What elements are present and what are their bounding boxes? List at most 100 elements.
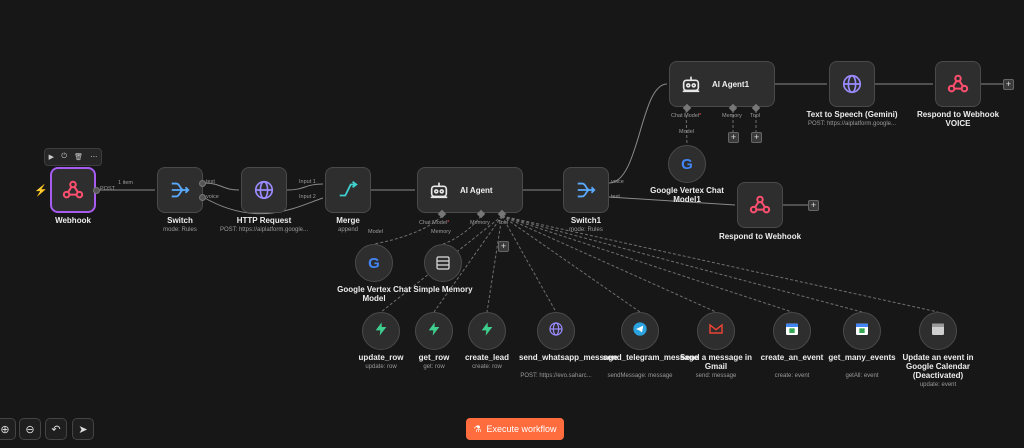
trigger-bolt-icon: ⚡: [34, 185, 48, 197]
flask-icon: ⚗: [473, 423, 482, 434]
tool-label: create_lead: [464, 353, 510, 362]
edge-label: text: [611, 194, 620, 200]
node-label: Text to Speech (Gemini): [806, 110, 898, 119]
node-label: AI Agent1: [712, 79, 750, 89]
tool-node[interactable]: [468, 312, 506, 350]
node-subtitle: append: [337, 227, 359, 233]
tool-label: send_whatsapp_message: [519, 353, 618, 362]
node-label: Respond to Webhook: [718, 232, 802, 241]
node-respond-webhook[interactable]: [737, 182, 783, 228]
add-memory-button[interactable]: +: [728, 132, 739, 143]
execute-label: Execute workflow: [486, 424, 557, 434]
node-ai-agent[interactable]: AI Agent: [417, 167, 523, 213]
node-label: Respond to Webhook VOICE: [916, 110, 1000, 128]
node-http-request[interactable]: [241, 167, 287, 213]
add-node-button[interactable]: +: [1003, 79, 1014, 90]
node-text-to-speech[interactable]: [829, 61, 875, 107]
webhook-icon: [947, 74, 969, 93]
add-node-button[interactable]: +: [808, 200, 819, 211]
node-toolbar: ▶ ⏻ 🗑 ⋯: [44, 148, 102, 166]
node-simple-memory[interactable]: [424, 244, 462, 282]
supabase-icon: [373, 321, 389, 342]
switch-icon: [171, 182, 190, 198]
supabase-icon: [426, 321, 442, 342]
zoom-in-button[interactable]: ⊕: [0, 418, 16, 440]
gmail-icon: [708, 321, 724, 342]
output-port[interactable]: [199, 194, 206, 201]
tool-node[interactable]: [919, 312, 957, 350]
robot-icon: [430, 182, 448, 199]
node-webhook[interactable]: [50, 167, 96, 213]
google-icon: G: [368, 254, 380, 272]
node-switch[interactable]: [157, 167, 203, 213]
zoom-out-button[interactable]: ⊖: [19, 418, 41, 440]
port-label: Chat Model*: [671, 113, 702, 119]
tool-label: get_many_events: [828, 353, 896, 362]
port-label: Model: [679, 129, 694, 135]
node-ai-agent1[interactable]: AI Agent1: [669, 61, 775, 107]
tool-node[interactable]: [415, 312, 453, 350]
edge-label: voice: [611, 179, 624, 185]
node-label: Merge: [336, 216, 360, 225]
edge-label: Input 1: [299, 179, 316, 185]
telegram-icon: [632, 321, 648, 342]
output-port[interactable]: [93, 187, 100, 194]
execute-workflow-button[interactable]: ⚗ Execute workflow: [466, 418, 564, 440]
tool-node[interactable]: [843, 312, 881, 350]
tool-node[interactable]: [537, 312, 575, 350]
node-vertex-model[interactable]: G: [355, 244, 393, 282]
more-icon[interactable]: ⋯: [90, 153, 97, 161]
tool-label: Send a message in Gmail: [679, 353, 753, 371]
tool-node[interactable]: [697, 312, 735, 350]
workflow-canvas[interactable]: ▶ ⏻ 🗑 ⋯ ⚡ Webhook POST 1 item Switch mod…: [0, 0, 1024, 448]
output-port[interactable]: [199, 180, 206, 187]
play-icon[interactable]: ▶: [49, 153, 54, 161]
port-label: Memory: [431, 229, 451, 235]
calendar-deactivated-icon: [930, 321, 946, 342]
tool-label: send_telegram_message: [603, 353, 699, 362]
supabase-icon: [479, 321, 495, 342]
node-merge[interactable]: [325, 167, 371, 213]
port-label: Tool: [750, 113, 761, 119]
tool-node[interactable]: [621, 312, 659, 350]
webhook-icon: [749, 195, 771, 214]
add-tool-button[interactable]: +: [751, 132, 762, 143]
node-vertex-model1[interactable]: G: [668, 145, 706, 183]
add-tool-button[interactable]: +: [498, 241, 509, 252]
tool-node[interactable]: [773, 312, 811, 350]
edge-label: text: [206, 179, 215, 185]
tool-label: Update an event in Google Calendar (Deac…: [902, 353, 974, 380]
port-label: Memory: [470, 220, 490, 226]
port-label: Chat Model*: [419, 220, 450, 226]
node-label: Switch1: [570, 216, 602, 225]
tool-subtitle: create: row: [472, 364, 502, 370]
port-label: Memory: [722, 113, 742, 119]
trash-icon[interactable]: 🗑: [74, 153, 83, 161]
tool-node[interactable]: [362, 312, 400, 350]
globe-icon: [548, 321, 564, 342]
node-label: Google Vertex Chat Model1: [650, 186, 724, 204]
calendar-icon: [784, 321, 800, 342]
node-subtitle: mode: Rules: [569, 227, 603, 233]
node-switch1[interactable]: [563, 167, 609, 213]
undo-button[interactable]: ↶: [45, 418, 67, 440]
node-label: Simple Memory: [413, 285, 473, 294]
node-label: AI Agent: [460, 185, 493, 195]
globe-icon: [842, 74, 862, 94]
memory-icon: [436, 256, 450, 270]
node-respond-voice[interactable]: [935, 61, 981, 107]
robot-icon: [682, 76, 700, 93]
edge-label: 1 item: [118, 180, 133, 186]
google-icon: G: [681, 155, 693, 173]
power-icon[interactable]: ⏻: [61, 153, 67, 161]
tool-subtitle: update: event: [919, 382, 957, 388]
merge-icon: [339, 181, 358, 197]
cursor-tool-button[interactable]: ➤: [72, 418, 94, 440]
switch-icon: [577, 182, 596, 198]
edge-switch1-agent1: [608, 83, 668, 184]
node-label: Webhook: [55, 216, 91, 225]
calendar-icon: [854, 321, 870, 342]
tool-label: create_an_event: [760, 353, 824, 362]
port-label: Tool: [498, 220, 509, 226]
node-subtitle: POST: https://aiplatform.google...: [807, 121, 897, 127]
